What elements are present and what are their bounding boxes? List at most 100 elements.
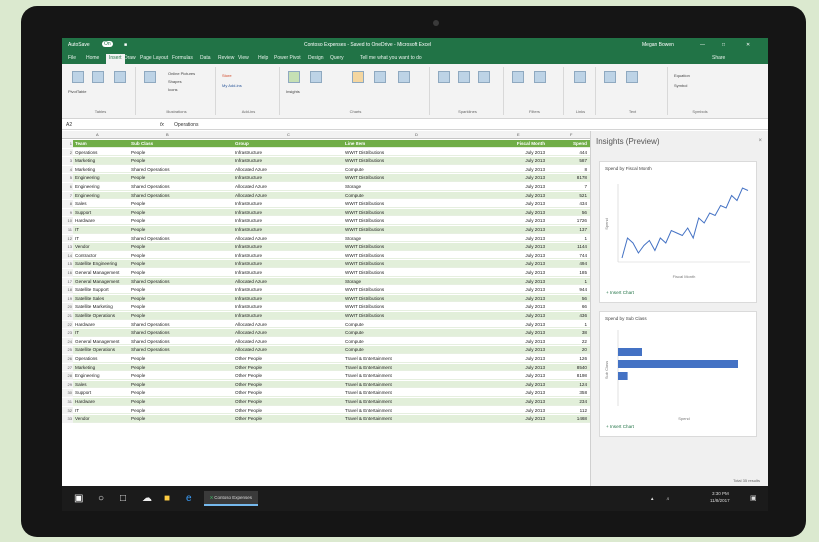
table-row[interactable]: Engineering Shared Operations Allocated Az… bbox=[73, 191, 590, 200]
row-number[interactable]: 23 bbox=[62, 329, 73, 337]
link-icon[interactable] bbox=[574, 71, 586, 83]
row-number[interactable]: 24 bbox=[62, 337, 73, 346]
table-cell[interactable]: People bbox=[131, 364, 231, 372]
tab-design[interactable]: Design bbox=[308, 55, 324, 61]
row-number[interactable]: 27 bbox=[62, 363, 73, 372]
table-cell[interactable]: WWIT Distributions bbox=[345, 303, 485, 311]
row-number[interactable]: 19 bbox=[62, 294, 73, 303]
table-cell[interactable]: WWIT Distributions bbox=[345, 217, 485, 225]
table-cell[interactable]: Compute bbox=[345, 329, 485, 337]
insert-chart-button[interactable]: + Insert Chart bbox=[606, 290, 634, 295]
table-cell[interactable]: July 2013 bbox=[487, 295, 545, 303]
row-number[interactable]: 5 bbox=[62, 174, 73, 182]
table-cell[interactable]: Storage bbox=[345, 278, 485, 286]
table-cell[interactable]: General Management bbox=[75, 269, 130, 277]
table-cell[interactable]: July 2013 bbox=[487, 389, 545, 397]
table-cell[interactable]: Travel & Entertainment bbox=[345, 364, 485, 372]
insert-chart-button[interactable]: + Insert Chart bbox=[606, 424, 634, 429]
3d-map-icon[interactable] bbox=[398, 71, 410, 83]
onedrive-icon[interactable]: ☁ bbox=[142, 493, 152, 504]
table-row[interactable]: Engineering People Other People Travel & En… bbox=[73, 372, 590, 380]
row-number[interactable]: 32 bbox=[62, 406, 73, 415]
column-sparkline-icon[interactable] bbox=[458, 71, 470, 83]
table-cell[interactable]: WWIT Distributions bbox=[345, 157, 485, 165]
pivotchart-icon[interactable] bbox=[374, 71, 386, 83]
row-number[interactable]: 12 bbox=[62, 234, 73, 243]
table-cell[interactable]: People bbox=[131, 372, 231, 380]
save-icon[interactable]: ■ bbox=[124, 42, 127, 48]
tab-draw[interactable]: Draw bbox=[124, 55, 136, 61]
table-cell[interactable]: Allocated Azure bbox=[235, 183, 343, 191]
row-number[interactable]: 2 bbox=[62, 148, 73, 157]
row-number[interactable]: 22 bbox=[62, 320, 73, 329]
table-cell[interactable]: July 2013 bbox=[487, 192, 545, 200]
timeline-icon[interactable] bbox=[534, 71, 546, 83]
table-cell[interactable]: People bbox=[131, 303, 231, 311]
table-row[interactable]: Marketing People Other People Travel & Ente… bbox=[73, 363, 590, 372]
table-cell[interactable]: Storage bbox=[345, 183, 485, 191]
table-cell[interactable]: IT bbox=[75, 226, 130, 234]
table-cell[interactable]: IT bbox=[75, 235, 130, 243]
table-cell[interactable]: Infrastructure bbox=[235, 209, 343, 217]
table-cell[interactable]: 20 bbox=[547, 346, 587, 354]
row-number[interactable]: 13 bbox=[62, 243, 73, 251]
table-cell[interactable]: Infrastructure bbox=[235, 303, 343, 311]
table-cell[interactable]: July 2013 bbox=[487, 346, 545, 354]
table-cell[interactable]: Shared Operations bbox=[131, 321, 231, 329]
table-cell[interactable]: Travel & Entertainment bbox=[345, 372, 485, 380]
line-sparkline-icon[interactable] bbox=[438, 71, 450, 83]
table-cell[interactable]: WWIT Distributions bbox=[345, 269, 485, 277]
table-cell[interactable]: Travel & Entertainment bbox=[345, 389, 485, 397]
table-cell[interactable]: 1 bbox=[547, 321, 587, 329]
table-cell[interactable]: People bbox=[131, 295, 231, 303]
table-cell[interactable]: July 2013 bbox=[487, 278, 545, 286]
table-cell[interactable]: Infrastructure bbox=[235, 217, 343, 225]
insight-card-line[interactable]: Spend by Fiscal Month Fiscal Month Spend… bbox=[599, 161, 757, 303]
table-cell[interactable]: Compute bbox=[345, 338, 485, 346]
table-cell[interactable]: Travel & Entertainment bbox=[345, 415, 485, 423]
table-header-cell[interactable]: Sub Class bbox=[131, 140, 231, 148]
table-cell[interactable]: People bbox=[131, 269, 231, 277]
table-cell[interactable]: Allocated Azure bbox=[235, 346, 343, 354]
table-cell[interactable]: 494 bbox=[547, 260, 587, 268]
table-cell[interactable]: July 2013 bbox=[487, 407, 545, 415]
row-number[interactable]: 30 bbox=[62, 389, 73, 397]
table-cell[interactable]: People bbox=[131, 389, 231, 397]
column-header[interactable]: C bbox=[287, 132, 290, 137]
table-cell[interactable]: Other People bbox=[235, 355, 343, 363]
online-pictures-label[interactable]: Online Pictures bbox=[168, 71, 195, 76]
table-cell[interactable]: WWIT Distributions bbox=[345, 252, 485, 260]
table-header-cell[interactable]: Line Item bbox=[345, 140, 485, 148]
table-row[interactable]: Sales People Other People Travel & Entertai… bbox=[73, 380, 590, 389]
table-cell[interactable]: WWIT Distributions bbox=[345, 260, 485, 268]
recommended-pivottables-icon[interactable] bbox=[92, 71, 104, 83]
table-cell[interactable]: People bbox=[131, 209, 231, 217]
table-cell[interactable]: Satellite Sales bbox=[75, 295, 130, 303]
winloss-sparkline-icon[interactable] bbox=[478, 71, 490, 83]
row-number[interactable]: 3 bbox=[62, 157, 73, 165]
table-row[interactable]: Vendor People Other People Travel & Enterta… bbox=[73, 415, 590, 423]
table-cell[interactable]: 1468 bbox=[547, 415, 587, 423]
table-cell[interactable]: July 2013 bbox=[487, 243, 545, 251]
table-cell[interactable]: People bbox=[131, 243, 231, 251]
table-header-cell[interactable]: Group bbox=[235, 140, 343, 148]
table-cell[interactable]: July 2013 bbox=[487, 338, 545, 346]
table-cell[interactable]: July 2013 bbox=[487, 174, 545, 182]
table-row[interactable]: Operations People Other People Travel & Ent… bbox=[73, 355, 590, 363]
header-footer-icon[interactable] bbox=[626, 71, 638, 83]
table-cell[interactable]: 126 bbox=[547, 355, 587, 363]
table-cell[interactable]: 944 bbox=[547, 286, 587, 294]
table-cell[interactable]: 22 bbox=[547, 338, 587, 346]
table-cell[interactable]: Engineering bbox=[75, 192, 130, 200]
row-number[interactable]: 17 bbox=[62, 277, 73, 286]
table-cell[interactable]: People bbox=[131, 312, 231, 320]
tab-review[interactable]: Review bbox=[218, 55, 234, 61]
row-number[interactable]: 26 bbox=[62, 355, 73, 363]
maps-icon[interactable] bbox=[352, 71, 364, 83]
table-cell[interactable]: July 2013 bbox=[487, 200, 545, 208]
table-cell[interactable]: July 2013 bbox=[487, 364, 545, 372]
table-cell[interactable]: 8178 bbox=[547, 174, 587, 182]
table-header-cell[interactable]: Spend bbox=[547, 140, 587, 148]
table-row[interactable]: IT Shared Operations Allocated Azure Storag… bbox=[73, 235, 590, 243]
table-cell[interactable]: July 2013 bbox=[487, 355, 545, 363]
